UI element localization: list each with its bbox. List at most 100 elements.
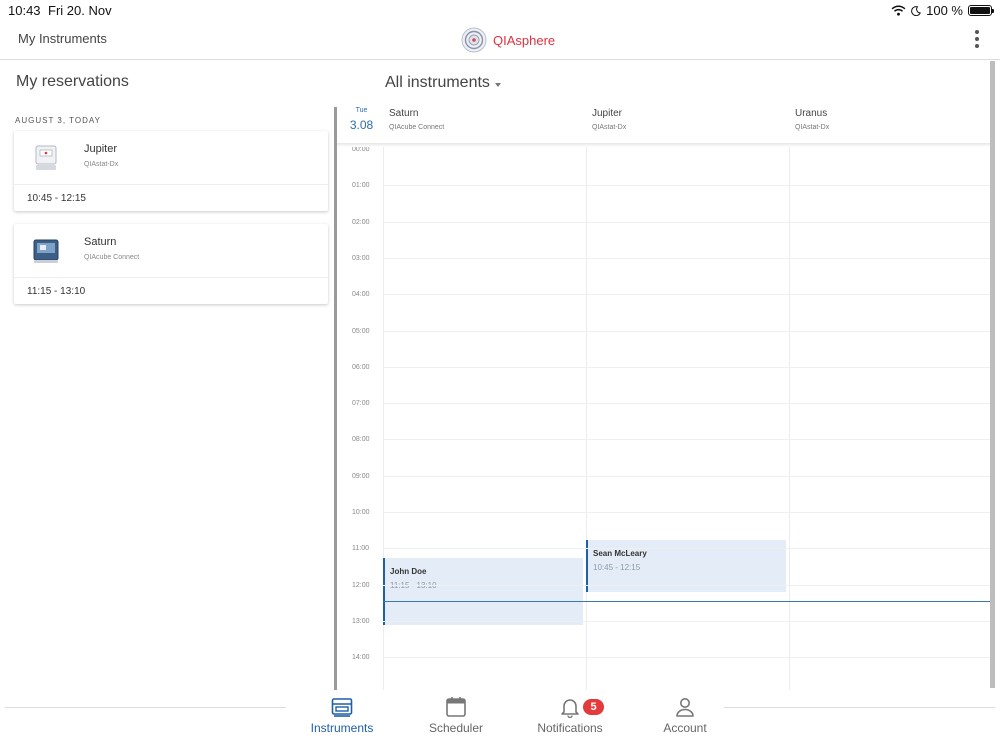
battery-percent: 100 %	[926, 3, 963, 18]
hour-gridline	[383, 584, 990, 586]
hour-gridline	[383, 548, 990, 550]
hour-label: 14:00	[352, 654, 370, 662]
event-user: John Doe	[390, 567, 427, 576]
hour-gridline	[383, 366, 990, 368]
instrument-icon	[331, 698, 353, 717]
date-heading: AUGUST 3, TODAY	[15, 116, 101, 125]
tab-account[interactable]: Account	[635, 696, 735, 742]
reservation-instrument: Jupiter	[84, 143, 118, 155]
status-indicators: 100 %	[891, 3, 994, 18]
status-bar: 10:43 Fri 20. Nov 100 %	[0, 0, 1000, 20]
person-icon	[676, 698, 694, 717]
brand-logo: QIAsphere	[461, 27, 555, 53]
hour-label: 12:00	[352, 581, 370, 589]
hour-gridline	[383, 475, 990, 477]
scrollbar[interactable]	[990, 61, 995, 688]
tab-instruments[interactable]: Instruments	[292, 696, 392, 742]
resource-model: QIAcube Connect	[389, 124, 445, 131]
reservation-time: 10:45 - 12:15	[27, 193, 86, 204]
current-time-indicator	[383, 601, 990, 602]
schedule-grid[interactable]: John Doe 11:15 - 13:10 Sean McLeary 10:4…	[337, 147, 990, 690]
brand-name: QIAsphere	[493, 32, 556, 48]
moon-icon	[911, 5, 922, 16]
hour-label: 04:00	[352, 291, 370, 299]
app-header: My Instruments QIAsphere	[0, 20, 1000, 60]
resource-name: Jupiter	[592, 108, 623, 119]
hour-gridline	[383, 620, 990, 622]
instrument-filter-label: All instruments	[385, 74, 490, 91]
hour-gridline	[383, 185, 990, 187]
reservation-event[interactable]: John Doe 11:15 - 13:10	[383, 558, 583, 625]
dot	[975, 44, 979, 48]
dot	[975, 37, 979, 41]
hour-gridline	[383, 294, 990, 296]
day-date: 3.08	[349, 118, 374, 132]
status-time: 10:43	[8, 3, 41, 18]
qiacube-device-icon	[33, 239, 59, 263]
card-divider	[14, 277, 328, 278]
hour-label: 07:00	[352, 400, 370, 408]
reservation-card[interactable]: Jupiter QIAstat-Dx 10:45 - 12:15	[14, 131, 328, 211]
wifi-icon	[891, 5, 906, 16]
hour-label: 01:00	[352, 182, 370, 190]
hour-label: 13:00	[352, 617, 370, 625]
reservations-title: My reservations	[16, 73, 129, 90]
day-name: Tue	[355, 107, 368, 114]
column-divider	[789, 147, 790, 690]
reservation-model: QIAstat-Dx	[84, 161, 119, 168]
notification-badge: 5	[583, 699, 604, 715]
bottom-tab-bar: Instruments Scheduler 5 Notifications Ac…	[0, 690, 1000, 750]
dot	[975, 30, 979, 34]
tab-label: Scheduler	[428, 721, 484, 735]
resource-model: QIAstat-Dx	[795, 124, 830, 131]
hour-label: 10:00	[352, 509, 370, 516]
day-column-header: Tue 3.08	[340, 107, 383, 132]
reservation-instrument: Saturn	[84, 236, 117, 248]
resource-header-saturn[interactable]: Saturn QIAcube Connect	[383, 107, 586, 145]
reservations-panel: My reservations AUGUST 3, TODAY Jupiter …	[0, 61, 335, 688]
resource-name: Uranus	[795, 108, 828, 119]
battery-fill	[970, 7, 990, 14]
reservation-time: 11:15 - 13:10	[27, 286, 86, 297]
tab-label: Instruments	[310, 721, 374, 735]
hour-gridline	[383, 657, 990, 659]
bell-icon	[561, 699, 579, 718]
hour-label: 02:00	[352, 218, 370, 226]
reservation-model: QIAcube Connect	[84, 254, 140, 261]
tab-notifications[interactable]: 5 Notifications	[520, 696, 620, 742]
tab-label: Notifications	[537, 721, 603, 735]
hour-label: 09:00	[352, 472, 370, 480]
resource-header-jupiter[interactable]: Jupiter QIAstat-Dx	[586, 107, 789, 145]
resource-name: Saturn	[389, 108, 419, 119]
card-divider	[14, 184, 328, 185]
hour-label: 11:00	[352, 545, 369, 553]
battery-icon	[968, 5, 994, 16]
resource-header-uranus[interactable]: Uranus QIAstat-Dx	[789, 107, 989, 145]
event-time: 10:45 - 12:15	[593, 563, 641, 572]
instrument-filter-dropdown[interactable]: All instruments	[385, 74, 501, 92]
hour-gridline	[383, 221, 990, 223]
hour-label: 06:00	[352, 363, 370, 371]
hour-gridline	[383, 512, 990, 513]
reservation-card[interactable]: Saturn QIAcube Connect 11:15 - 13:10	[14, 224, 328, 304]
resource-model: QIAstat-Dx	[592, 124, 627, 131]
hour-gridline	[383, 403, 990, 405]
tab-scheduler[interactable]: Scheduler	[406, 696, 506, 742]
hour-label: 00:00	[352, 147, 370, 153]
hour-gridline	[383, 439, 990, 441]
qiastat-device-icon	[35, 145, 57, 170]
hour-gridline	[383, 257, 990, 259]
qiasphere-logo-icon	[461, 27, 487, 53]
hour-label: 08:00	[352, 436, 370, 444]
more-options-button[interactable]	[972, 28, 982, 50]
hour-label: 05:00	[352, 327, 370, 335]
caret-down-icon	[494, 82, 501, 87]
page-title: My Instruments	[18, 31, 107, 46]
event-user: Sean McLeary	[593, 549, 647, 558]
tab-label: Account	[663, 721, 707, 735]
hour-label: 03:00	[352, 254, 370, 262]
calendar-icon	[446, 697, 466, 717]
hour-gridline	[383, 330, 990, 332]
status-date: Fri 20. Nov	[48, 3, 112, 18]
column-divider	[586, 147, 587, 690]
